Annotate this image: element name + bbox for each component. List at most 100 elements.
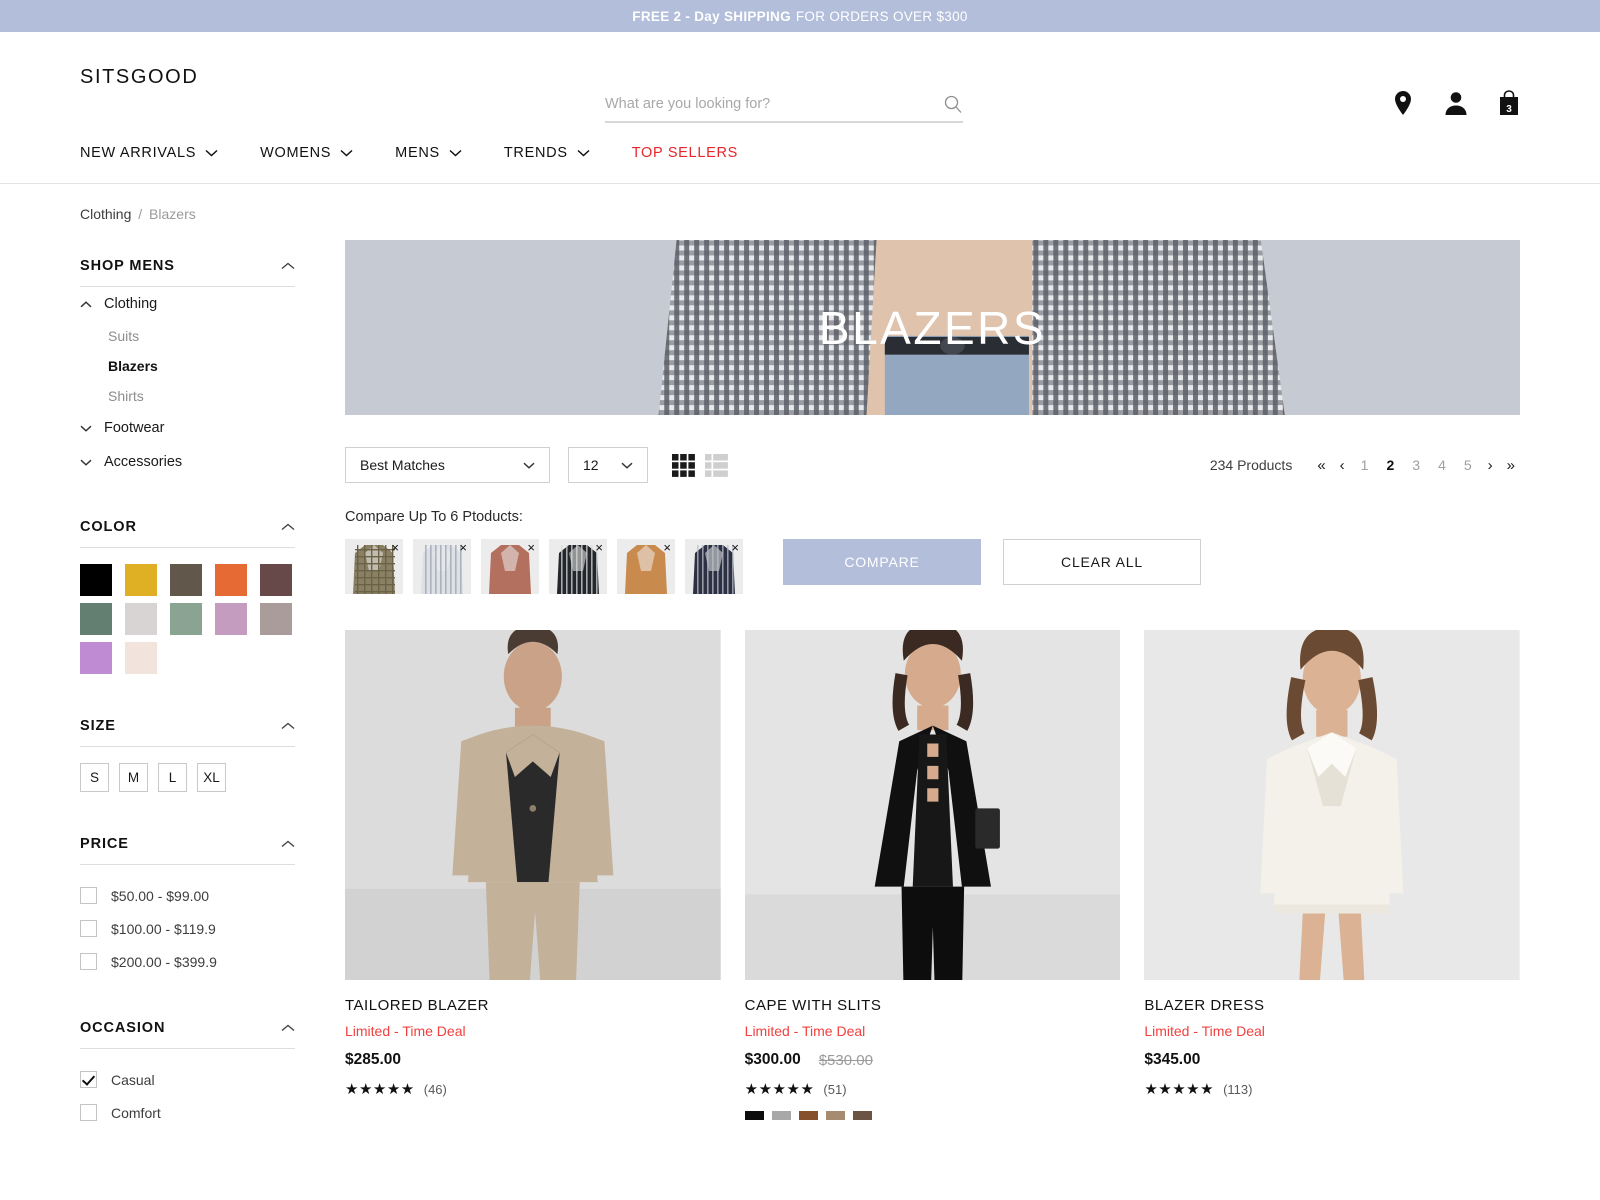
color-swatch-6[interactable] [125,603,157,635]
subcategory-suits[interactable]: Suits [108,321,295,351]
nav-item-new-arrivals[interactable]: NEW ARRIVALS [80,145,218,161]
page-body: SHOP MENS Clothing Suits Blazers Shirts [0,222,1600,1135]
nav-item-mens[interactable]: MENS [395,145,462,161]
compare-remove-button-0[interactable]: × [389,540,401,555]
pagination-first[interactable]: « [1312,456,1330,475]
nav-item-top-sellers[interactable]: TOP SELLERS [632,145,738,161]
clear-all-button[interactable]: CLEAR ALL [1003,539,1201,585]
rating-row: ★★★★★ (113) [1144,1069,1520,1098]
per-page-select[interactable]: 12 [568,447,648,483]
nav-item-trends[interactable]: TRENDS [504,145,590,161]
pagination-page-3[interactable]: 3 [1405,455,1427,475]
compare-thumb-5[interactable]: × [685,539,743,594]
checkbox[interactable] [80,920,97,937]
product-color-option-0[interactable] [744,1111,764,1120]
color-swatch-0[interactable] [80,564,112,596]
filter-header-occasion[interactable]: OCCASION [80,1002,295,1048]
breadcrumb-parent[interactable]: Clothing [80,206,131,222]
price-option-1[interactable]: $100.00 - $119.9 [80,912,295,945]
chevron-down-icon [523,462,535,469]
price-option-label-2: $200.00 - $399.9 [111,953,217,970]
compare-remove-button-3[interactable]: × [593,540,605,555]
product-color-option-3[interactable] [825,1111,845,1120]
filter-block-occasion: OCCASION Casual Comfort [80,1002,295,1129]
occasion-label-comfort: Comfort [111,1104,161,1121]
product-name[interactable]: BLAZER DRESS [1144,980,1520,1014]
pagination-page-5[interactable]: 5 [1457,455,1479,475]
category-row-clothing[interactable]: Clothing [80,287,295,321]
color-swatch-10[interactable] [80,642,112,674]
store-locator-button[interactable] [1392,90,1414,116]
price-option-0[interactable]: $50.00 - $99.00 [80,879,295,912]
color-swatch-5[interactable] [80,603,112,635]
nav-item-womens[interactable]: WOMENS [260,145,353,161]
review-count: (113) [1223,1081,1253,1097]
filter-header-size[interactable]: SIZE [80,700,295,746]
checkbox[interactable] [80,887,97,904]
account-button[interactable] [1444,90,1468,116]
pagination-last[interactable]: » [1502,456,1520,475]
product-card: BLAZER DRESS Limited - Time Deal $345.00… [1144,630,1520,1120]
product-image[interactable] [345,630,721,980]
color-swatch-2[interactable] [170,564,202,596]
color-swatch-7[interactable] [170,603,202,635]
nav-label-new-arrivals: NEW ARRIVALS [80,144,197,161]
grid-view-button[interactable] [672,453,695,477]
product-name[interactable]: CAPE WITH SLITS [745,980,1121,1014]
compare-thumb-3[interactable]: × [549,539,607,594]
compare-thumb-2[interactable]: × [481,539,539,594]
product-color-option-4[interactable] [852,1111,872,1120]
compare-thumb-1[interactable]: × [413,539,471,594]
review-count: (46) [423,1081,447,1097]
subcategory-blazers[interactable]: Blazers [108,351,295,381]
product-color-option-1[interactable] [771,1111,791,1120]
pagination-page-2[interactable]: 2 [1379,455,1401,475]
compare-remove-button-2[interactable]: × [525,540,537,555]
product-image[interactable] [744,630,1121,980]
filter-header-color[interactable]: COLOR [80,501,295,547]
view-toggle-group [672,453,728,477]
checkbox[interactable] [80,1104,97,1121]
filter-header-price[interactable]: PRICE [80,818,295,864]
cart-button[interactable]: 3 [1498,90,1520,116]
compare-remove-button-5[interactable]: × [729,540,741,555]
color-swatch-4[interactable] [260,564,292,596]
occasion-option-casual[interactable]: Casual [80,1063,295,1096]
search-button[interactable] [943,94,963,114]
price-option-label-1: $100.00 - $119.9 [111,920,216,937]
size-option-xl[interactable]: XL [197,763,226,792]
price-option-2[interactable]: $200.00 - $399.9 [80,945,295,978]
pagination-page-4[interactable]: 4 [1431,455,1453,475]
color-swatch-11[interactable] [125,642,157,674]
pagination-next[interactable]: › [1483,456,1498,475]
color-swatch-8[interactable] [215,603,247,635]
occasion-option-comfort[interactable]: Comfort [80,1096,295,1129]
product-image[interactable] [1144,630,1520,980]
size-option-m[interactable]: M [119,763,148,792]
pagination-page-1[interactable]: 1 [1354,455,1376,475]
checkbox[interactable] [80,953,97,970]
filter-header-shop-mens[interactable]: SHOP MENS [80,240,295,286]
color-swatch-1[interactable] [125,564,157,596]
size-option-s[interactable]: S [80,763,109,792]
size-option-l[interactable]: L [158,763,187,792]
product-color-option-2[interactable] [798,1111,818,1120]
color-swatch-3[interactable] [215,564,247,596]
shopping-bag-icon [1500,90,1518,115]
search-input[interactable] [605,96,925,112]
compare-button[interactable]: COMPARE [783,539,981,585]
category-row-footwear[interactable]: Footwear [80,411,295,445]
compare-remove-button-1[interactable]: × [457,540,469,555]
brand-logo[interactable]: SITSGOOD [80,66,198,89]
list-view-button[interactable] [705,453,728,477]
compare-thumb-0[interactable]: × [345,539,403,594]
sort-select[interactable]: Best Matches [345,447,550,483]
product-name[interactable]: TAILORED BLAZER [345,980,721,1014]
category-row-accessories[interactable]: Accessories [80,445,295,479]
compare-remove-button-4[interactable]: × [661,540,673,555]
subcategory-shirts[interactable]: Shirts [108,381,295,411]
checkbox[interactable] [80,1071,97,1088]
compare-thumb-4[interactable]: × [617,539,675,594]
color-swatch-9[interactable] [260,603,292,635]
pagination-prev[interactable]: ‹ [1335,456,1350,475]
